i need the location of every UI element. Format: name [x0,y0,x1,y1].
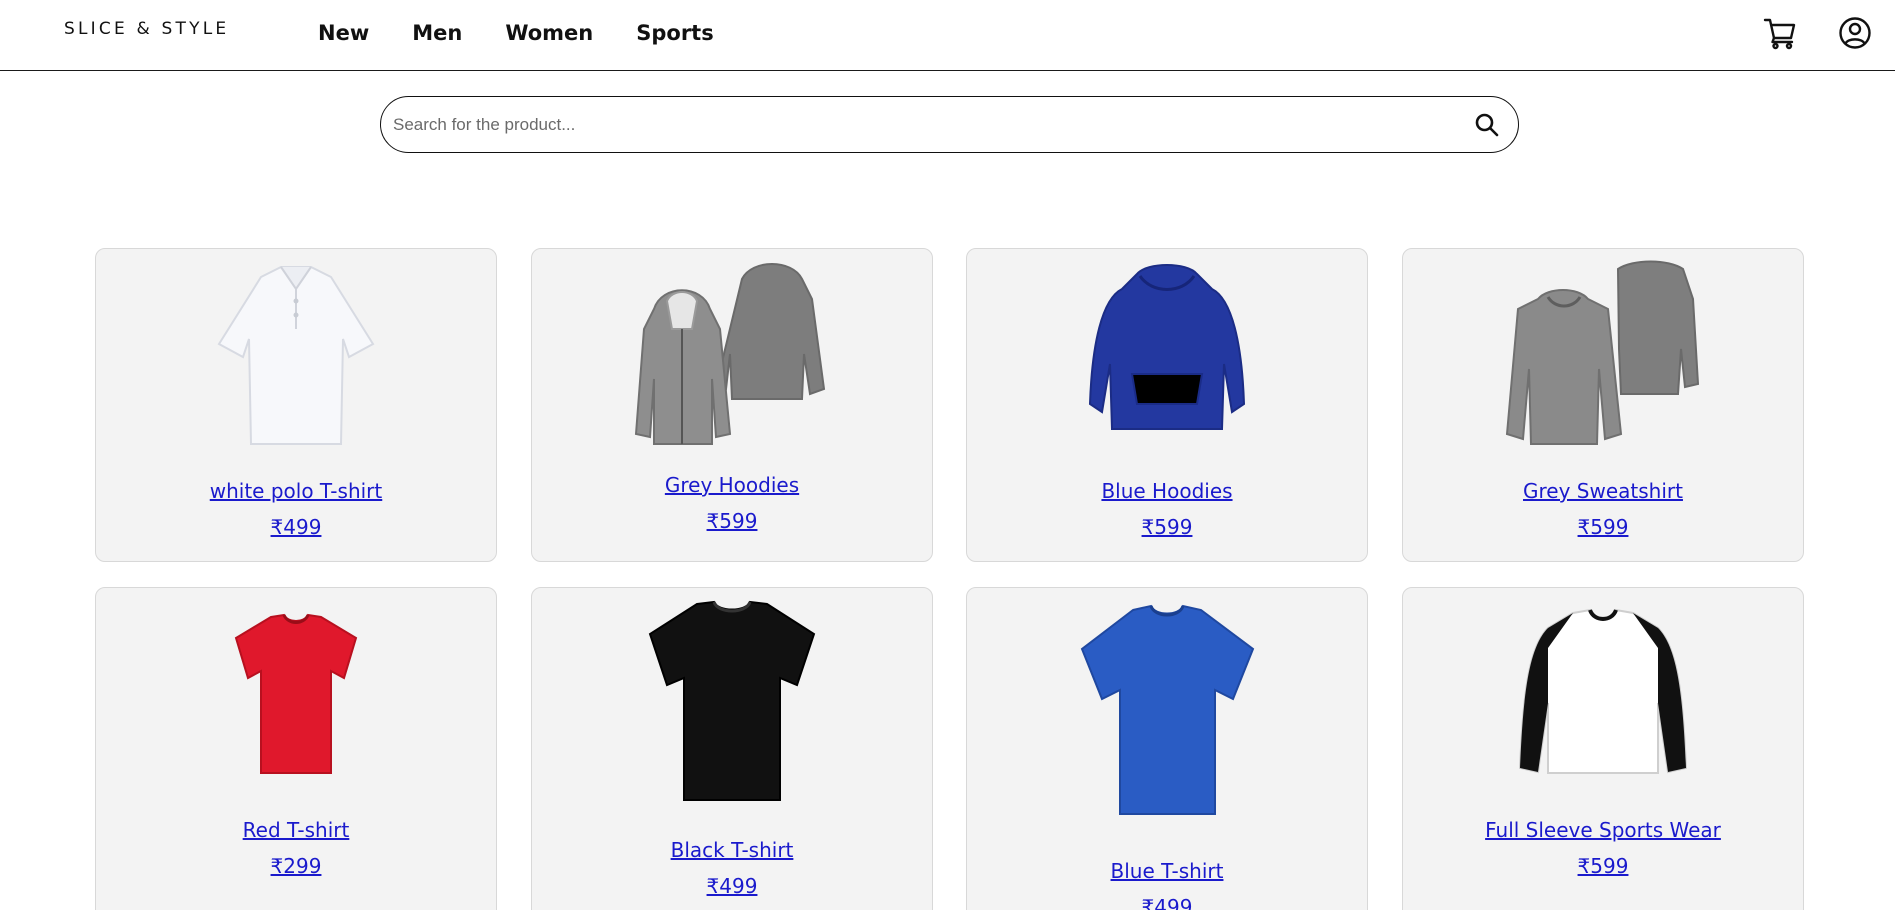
product-price[interactable]: ₹599 [1403,515,1803,539]
nav-item-new[interactable]: New [318,21,369,45]
product-name[interactable]: Red T-shirt [96,818,496,842]
black-tshirt-image [648,600,816,801]
nav-item-men[interactable]: Men [412,21,462,45]
product-image[interactable] [1403,259,1803,449]
product-card[interactable]: Blue Hoodies ₹599 [966,248,1368,562]
brand-logo[interactable]: SLICE & STYLE [64,19,229,39]
product-image[interactable] [967,264,1367,444]
nav-item-women[interactable]: Women [505,21,593,45]
product-image[interactable] [96,259,496,449]
product-name[interactable]: Blue T-shirt [967,859,1367,883]
main-nav: New Men Women Sports [318,21,757,45]
product-card[interactable]: Black T-shirt ₹499 [531,587,933,910]
product-image[interactable] [1403,608,1803,778]
product-card[interactable]: Grey Hoodies ₹599 [531,248,933,562]
search-bar [380,96,1519,153]
grey-zip-hoodie-image [634,263,826,445]
product-card[interactable]: white polo T-shirt ₹499 [95,248,497,562]
product-price[interactable]: ₹499 [532,874,932,898]
white-polo-tshirt-image [217,266,375,445]
site-header: SLICE & STYLE New Men Women Sports [0,0,1895,71]
product-image[interactable] [967,604,1367,819]
product-price[interactable]: ₹599 [532,509,932,533]
product-card[interactable]: Grey Sweatshirt ₹599 [1402,248,1804,562]
product-price[interactable]: ₹499 [967,895,1367,910]
user-circle-icon[interactable] [1838,16,1872,50]
product-image[interactable] [96,613,496,778]
cart-icon[interactable] [1763,16,1797,50]
product-price[interactable]: ₹499 [96,515,496,539]
product-image[interactable] [532,600,932,805]
search-input[interactable] [393,109,1453,141]
product-price[interactable]: ₹599 [967,515,1367,539]
product-card[interactable]: Red T-shirt ₹299 [95,587,497,910]
product-price[interactable]: ₹299 [96,854,496,878]
grey-sweatshirt-image [1505,260,1700,445]
product-card[interactable]: Blue T-shirt ₹499 [966,587,1368,910]
raglan-longsleeve-image [1518,608,1688,774]
product-name[interactable]: white polo T-shirt [96,479,496,503]
product-name[interactable]: Black T-shirt [532,838,932,862]
product-name[interactable]: Full Sleeve Sports Wear [1403,818,1803,842]
blue-tshirt-image [1080,604,1254,815]
search-icon[interactable] [1474,112,1500,138]
product-name[interactable]: Blue Hoodies [967,479,1367,503]
nav-item-sports[interactable]: Sports [636,21,713,45]
product-price[interactable]: ₹599 [1403,854,1803,878]
product-name[interactable]: Grey Hoodies [532,473,932,497]
product-card[interactable]: Full Sleeve Sports Wear ₹599 [1402,587,1804,910]
red-tshirt-image [234,613,358,774]
product-image[interactable] [532,259,932,449]
product-name[interactable]: Grey Sweatshirt [1403,479,1803,503]
blue-hoodie-image [1088,264,1246,430]
